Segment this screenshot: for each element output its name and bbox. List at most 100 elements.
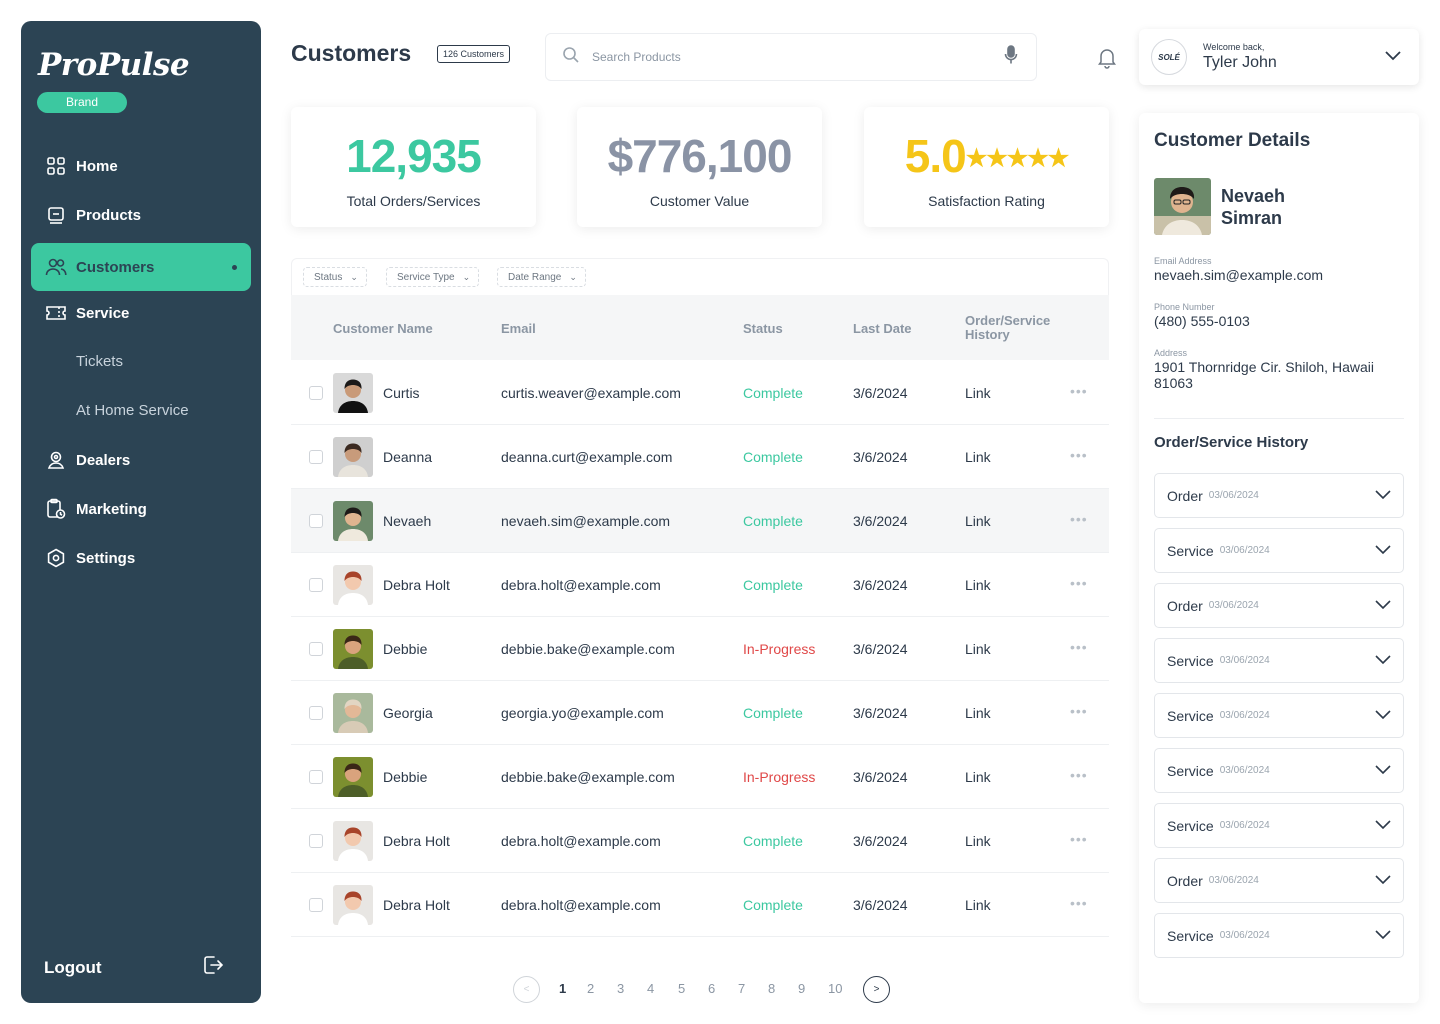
pagination-prev-button[interactable]: < [513, 976, 540, 1003]
more-options-icon[interactable]: ••• [1070, 511, 1088, 527]
sidebar-item-label: Service [76, 304, 130, 322]
more-options-icon[interactable]: ••• [1070, 767, 1088, 783]
avatar [333, 437, 373, 477]
customer-count-badge: 126 Customers [437, 45, 511, 63]
table-row[interactable]: Debra Holt debra.holt@example.com Complete… [291, 553, 1109, 617]
more-options-icon[interactable]: ••• [1070, 383, 1088, 399]
history-item[interactable]: Service 03/06/2024 [1154, 913, 1404, 958]
sidebar-item-products[interactable]: Products [31, 191, 251, 239]
sidebar-item-marketing[interactable]: Marketing [31, 485, 251, 533]
history-item[interactable]: Service 03/06/2024 [1154, 638, 1404, 683]
column-header-last-date[interactable]: Last Date [853, 321, 912, 336]
search-input[interactable] [592, 50, 1004, 64]
more-options-icon[interactable]: ••• [1070, 831, 1088, 847]
sidebar-item-customers[interactable]: Customers [31, 243, 251, 291]
pagination-page[interactable]: 2 [587, 981, 594, 996]
pagination-page[interactable]: 8 [768, 981, 775, 996]
customer-name: Nevaeh Simran [1221, 186, 1286, 228]
pagination-page[interactable]: 5 [678, 981, 685, 996]
logout-button[interactable]: Logout [44, 954, 224, 981]
email-cell: debra.holt@example.com [501, 833, 661, 849]
history-item[interactable]: Service 03/06/2024 [1154, 528, 1404, 573]
history-link[interactable]: Link [965, 705, 991, 721]
pagination-page[interactable]: 1 [559, 981, 566, 996]
row-checkbox[interactable] [309, 898, 323, 912]
pagination-next-button[interactable]: > [863, 976, 890, 1003]
date-range-filter[interactable]: Date Range ⌄ [497, 267, 586, 287]
table-row[interactable]: Debra Holt debra.holt@example.com Complete… [291, 809, 1109, 873]
row-checkbox[interactable] [309, 642, 323, 656]
more-options-icon[interactable]: ••• [1070, 639, 1088, 655]
service-type-filter[interactable]: Service Type ⌄ [386, 267, 480, 287]
history-item[interactable]: Service 03/06/2024 [1154, 803, 1404, 848]
sidebar-item-home[interactable]: Home [31, 142, 251, 190]
history-link[interactable]: Link [965, 641, 991, 657]
history-type: Service [1167, 762, 1214, 779]
history-item[interactable]: Service 03/06/2024 [1154, 748, 1404, 793]
sidebar-subitem-tickets[interactable]: Tickets [76, 353, 123, 370]
history-link[interactable]: Link [965, 449, 991, 465]
gear-icon [45, 547, 67, 569]
more-options-icon[interactable]: ••• [1070, 575, 1088, 591]
sidebar-item-dealers[interactable]: Dealers [31, 436, 251, 484]
bell-icon[interactable] [1095, 45, 1119, 69]
column-header-status[interactable]: Status [743, 321, 783, 336]
row-checkbox[interactable] [309, 578, 323, 592]
address-label: Address [1154, 348, 1188, 358]
avatar [333, 629, 373, 669]
email-cell: debra.holt@example.com [501, 577, 661, 593]
table-row[interactable]: Nevaeh nevaeh.sim@example.com Complete 3/6/… [291, 489, 1109, 553]
status-filter[interactable]: Status ⌄ [303, 267, 367, 287]
row-checkbox[interactable] [309, 834, 323, 848]
row-checkbox[interactable] [309, 386, 323, 400]
avatar [333, 565, 373, 605]
filter-bar: Status ⌄ Service Type ⌄ Date Range ⌄ [291, 258, 1109, 295]
pagination-page[interactable]: 3 [617, 981, 624, 996]
sidebar-item-service[interactable]: Service [31, 289, 251, 337]
pagination-page[interactable]: 7 [738, 981, 745, 996]
logout-icon [202, 954, 224, 981]
more-options-icon[interactable]: ••• [1070, 895, 1088, 911]
page-title: Customers [291, 40, 412, 66]
history-link[interactable]: Link [965, 833, 991, 849]
table-row[interactable]: Debbie debbie.bake@example.com In-Progress… [291, 745, 1109, 809]
row-checkbox[interactable] [309, 450, 323, 464]
row-checkbox[interactable] [309, 514, 323, 528]
history-link[interactable]: Link [965, 577, 991, 593]
column-header-history[interactable]: Order/Service History [965, 314, 1085, 342]
table-row[interactable]: Debra Holt debra.holt@example.com Complete… [291, 873, 1109, 937]
status-cell: Complete [743, 513, 803, 529]
pagination-page[interactable]: 6 [708, 981, 715, 996]
sidebar-subitem-at-home-service[interactable]: At Home Service [76, 402, 189, 419]
user-menu[interactable]: SOLÉ Welcome back, Tyler John [1139, 29, 1419, 85]
column-header-email[interactable]: Email [501, 321, 536, 336]
history-item[interactable]: Service 03/06/2024 [1154, 693, 1404, 738]
chevron-down-icon [1385, 48, 1401, 66]
history-link[interactable]: Link [965, 769, 991, 785]
pagination-page[interactable]: 4 [647, 981, 654, 996]
more-options-icon[interactable]: ••• [1070, 703, 1088, 719]
history-link[interactable]: Link [965, 897, 991, 913]
history-type: Service [1167, 927, 1214, 944]
column-header-name[interactable]: Customer Name [333, 321, 433, 336]
history-item[interactable]: Order 03/06/2024 [1154, 858, 1404, 903]
table-row[interactable]: Georgia georgia.yo@example.com Complete 3/6… [291, 681, 1109, 745]
row-checkbox[interactable] [309, 706, 323, 720]
table-row[interactable]: Curtis curtis.weaver@example.com Complete 3… [291, 361, 1109, 425]
history-link[interactable]: Link [965, 385, 991, 401]
history-item[interactable]: Order 03/06/2024 [1154, 583, 1404, 628]
last-date-cell: 3/6/2024 [853, 577, 908, 593]
pagination-page[interactable]: 9 [798, 981, 805, 996]
box-icon [45, 204, 67, 226]
microphone-icon[interactable] [1004, 44, 1018, 70]
history-link[interactable]: Link [965, 513, 991, 529]
last-date-cell: 3/6/2024 [853, 385, 908, 401]
chevron-down-icon [1375, 872, 1391, 890]
more-options-icon[interactable]: ••• [1070, 447, 1088, 463]
table-row[interactable]: Deanna deanna.curt@example.com Complete 3/6… [291, 425, 1109, 489]
row-checkbox[interactable] [309, 770, 323, 784]
sidebar-item-settings[interactable]: Settings [31, 534, 251, 582]
pagination-page[interactable]: 10 [828, 981, 842, 996]
history-item[interactable]: Order 03/06/2024 [1154, 473, 1404, 518]
table-row[interactable]: Debbie debbie.bake@example.com In-Progress… [291, 617, 1109, 681]
